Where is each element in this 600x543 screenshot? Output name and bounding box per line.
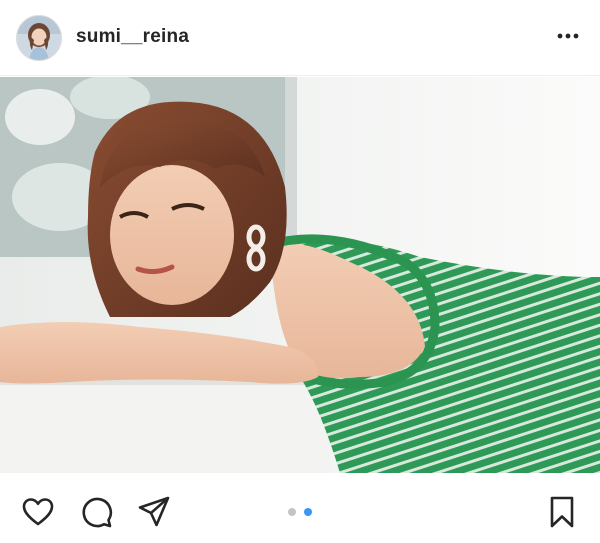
carousel-dot bbox=[288, 508, 296, 516]
post-photo[interactable] bbox=[0, 77, 600, 473]
carousel-dot bbox=[304, 508, 312, 516]
paper-plane-icon[interactable] bbox=[137, 495, 171, 529]
post-header: sumi__reina bbox=[0, 0, 600, 76]
avatar-image bbox=[17, 16, 61, 60]
bookmark-icon[interactable] bbox=[545, 495, 579, 529]
avatar[interactable] bbox=[16, 15, 62, 61]
comment-icon[interactable] bbox=[79, 495, 113, 529]
username[interactable]: sumi__reina bbox=[76, 26, 189, 48]
more-options-icon[interactable] bbox=[554, 22, 582, 50]
action-bar bbox=[0, 473, 600, 543]
post-photo-image bbox=[0, 77, 600, 473]
heart-icon[interactable] bbox=[21, 495, 55, 529]
instagram-post: sumi__reina bbox=[0, 0, 600, 543]
